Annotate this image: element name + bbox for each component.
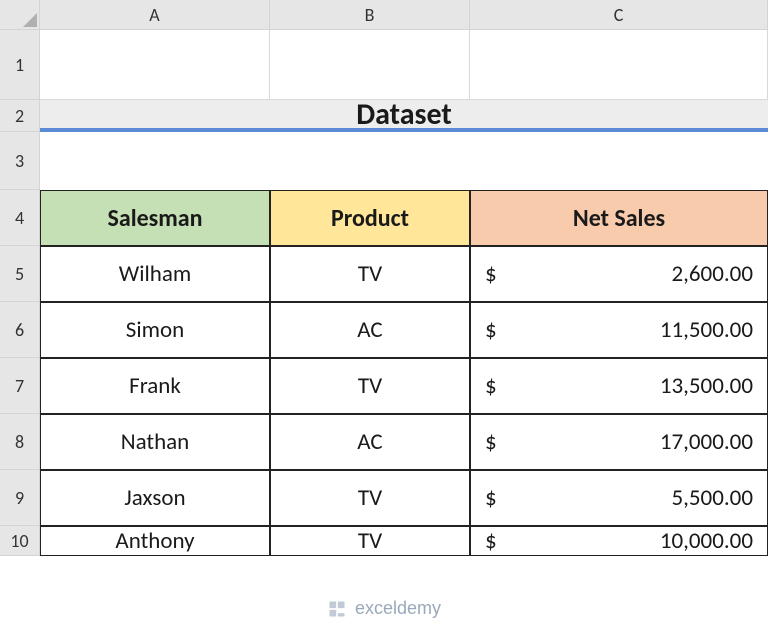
row-header-1[interactable]: 1: [0, 30, 40, 100]
currency-amount: 2,600.00: [505, 260, 753, 288]
currency-symbol: $: [485, 428, 505, 456]
cell-salesman[interactable]: Anthony: [40, 526, 270, 556]
cell-salesman[interactable]: Simon: [40, 302, 270, 358]
spreadsheet-grid: A B C 1 2 Dataset 3 4 Salesman Product N…: [0, 0, 768, 556]
cell-salesman[interactable]: Frank: [40, 358, 270, 414]
row-header-7[interactable]: 7: [0, 358, 40, 414]
row-header-5[interactable]: 5: [0, 246, 40, 302]
currency-amount: 5,500.00: [505, 484, 753, 512]
watermark-text: exceldemy: [355, 598, 441, 619]
cell-salesman[interactable]: Wilham: [40, 246, 270, 302]
cell-net-sales[interactable]: $5,500.00: [470, 470, 768, 526]
cell-product[interactable]: TV: [270, 358, 470, 414]
row-header-4[interactable]: 4: [0, 190, 40, 246]
col-header-c[interactable]: C: [470, 0, 768, 30]
cell-product[interactable]: TV: [270, 526, 470, 556]
cell-salesman[interactable]: Jaxson: [40, 470, 270, 526]
cell-net-sales[interactable]: $10,000.00: [470, 526, 768, 556]
cell-net-sales[interactable]: $2,600.00: [470, 246, 768, 302]
row-header-2[interactable]: 2: [0, 100, 40, 132]
col-header-b[interactable]: B: [270, 0, 470, 30]
cell-a1[interactable]: [40, 30, 270, 100]
currency-symbol: $: [485, 527, 505, 555]
cell-c1[interactable]: [470, 30, 768, 100]
row-header-8[interactable]: 8: [0, 414, 40, 470]
currency-amount: 17,000.00: [505, 428, 753, 456]
row-header-6[interactable]: 6: [0, 302, 40, 358]
currency-amount: 10,000.00: [505, 527, 753, 555]
cell-product[interactable]: TV: [270, 246, 470, 302]
currency-amount: 13,500.00: [505, 372, 753, 400]
cell-net-sales[interactable]: $11,500.00: [470, 302, 768, 358]
header-product[interactable]: Product: [270, 190, 470, 246]
title-cell[interactable]: Dataset: [40, 100, 768, 132]
currency-symbol: $: [485, 260, 505, 288]
cell-net-sales[interactable]: $13,500.00: [470, 358, 768, 414]
row-header-3[interactable]: 3: [0, 132, 40, 190]
currency-symbol: $: [485, 484, 505, 512]
cell-product[interactable]: TV: [270, 470, 470, 526]
header-net-sales[interactable]: Net Sales: [470, 190, 768, 246]
currency-symbol: $: [485, 316, 505, 344]
cell-salesman[interactable]: Nathan: [40, 414, 270, 470]
cell-net-sales[interactable]: $17,000.00: [470, 414, 768, 470]
currency-symbol: $: [485, 372, 505, 400]
watermark: exceldemy: [0, 598, 768, 619]
row-header-9[interactable]: 9: [0, 470, 40, 526]
header-salesman[interactable]: Salesman: [40, 190, 270, 246]
col-header-a[interactable]: A: [40, 0, 270, 30]
cell-product[interactable]: AC: [270, 302, 470, 358]
row-header-10[interactable]: 10: [0, 526, 40, 556]
select-all-corner[interactable]: [0, 0, 40, 30]
cell-b1[interactable]: [270, 30, 470, 100]
logo-icon: [327, 599, 347, 619]
cell-product[interactable]: AC: [270, 414, 470, 470]
row-3-blank[interactable]: [40, 132, 768, 190]
currency-amount: 11,500.00: [505, 316, 753, 344]
